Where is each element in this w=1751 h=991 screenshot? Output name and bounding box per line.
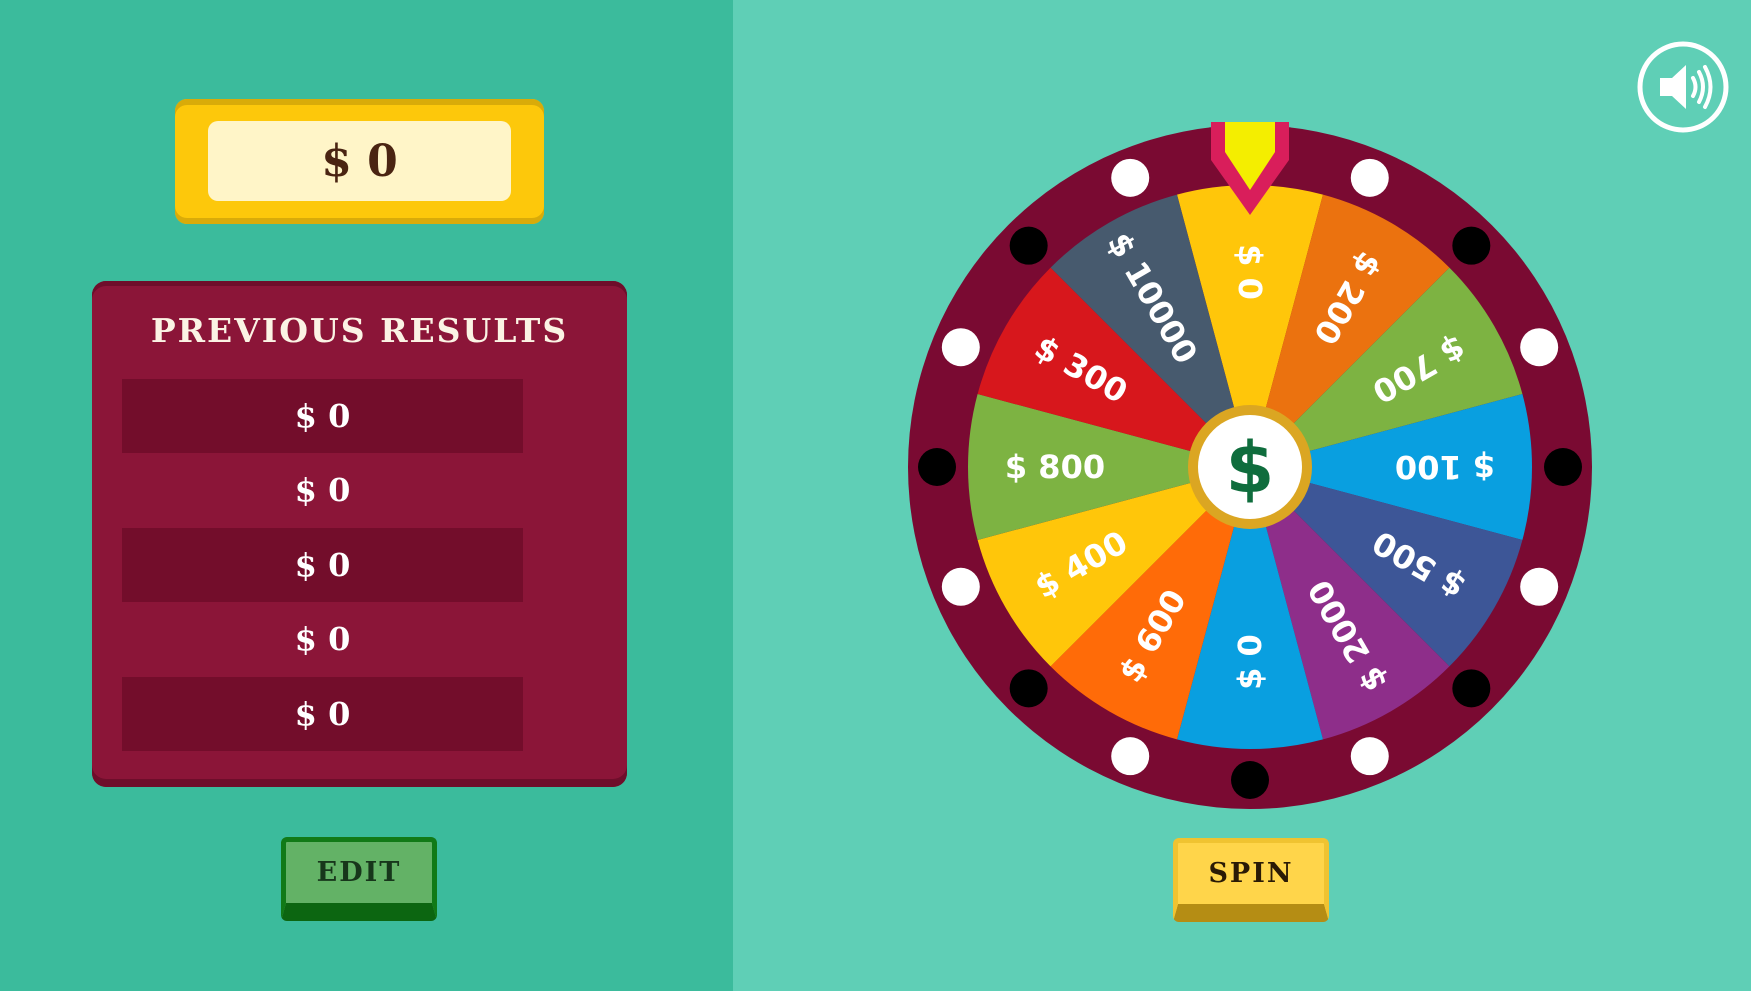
result-row: $ 0 — [122, 528, 523, 602]
wheel-peg — [1231, 761, 1269, 799]
wheel-peg — [918, 448, 956, 486]
wheel-peg — [1452, 226, 1491, 265]
wheel-peg — [941, 567, 980, 606]
wheel-peg — [941, 328, 980, 367]
wheel-hub: $ — [1188, 405, 1312, 529]
wheel-peg — [1520, 328, 1559, 367]
wheel-peg — [1009, 226, 1048, 265]
score-value: $ 0 — [208, 121, 511, 201]
speaker-icon — [1637, 41, 1729, 133]
prize-wheel[interactable]: $ 0 $ 200$ 700$ 100$ 500$ 2000$ 0$ 600$ 4… — [905, 122, 1595, 812]
spin-button[interactable]: SPIN — [1173, 838, 1329, 922]
previous-results-title: PREVIOUS RESULTS — [150, 311, 569, 350]
wheel-peg — [1452, 669, 1491, 708]
wheel-segment-label: $ 0 — [1231, 244, 1269, 300]
result-value: $ 0 — [294, 546, 351, 584]
left-panel: $ 0 PREVIOUS RESULTS $ 0 $ 0 $ 0 $ 0 $ 0… — [0, 0, 733, 991]
wheel-peg — [1350, 737, 1389, 776]
wheel-peg — [1111, 158, 1150, 197]
result-row: $ 0 — [122, 602, 523, 676]
wheel-segment-label: $ 100 — [1395, 448, 1495, 486]
score-display: $ 0 — [175, 99, 544, 224]
wheel-peg — [1111, 737, 1150, 776]
result-value: $ 0 — [294, 620, 351, 658]
wheel-peg — [1544, 448, 1582, 486]
wheel-segment-label: $ 800 — [1005, 448, 1105, 486]
sound-toggle-button[interactable] — [1636, 40, 1730, 134]
wheel-segment-label: $ 0 — [1231, 634, 1269, 690]
result-row: $ 0 — [122, 677, 523, 751]
result-value: $ 0 — [294, 695, 351, 733]
result-value: $ 0 — [294, 471, 351, 509]
wheel-peg — [1009, 669, 1048, 708]
edit-button[interactable]: EDIT — [281, 837, 437, 921]
result-value: $ 0 — [294, 397, 351, 435]
wheel-peg — [1350, 158, 1389, 197]
dollar-icon: $ — [1226, 427, 1275, 509]
wheel-peg — [1520, 567, 1559, 606]
result-row: $ 0 — [122, 379, 523, 453]
previous-results-panel: PREVIOUS RESULTS $ 0 $ 0 $ 0 $ 0 $ 0 — [92, 281, 627, 787]
result-row: $ 0 — [122, 453, 523, 527]
